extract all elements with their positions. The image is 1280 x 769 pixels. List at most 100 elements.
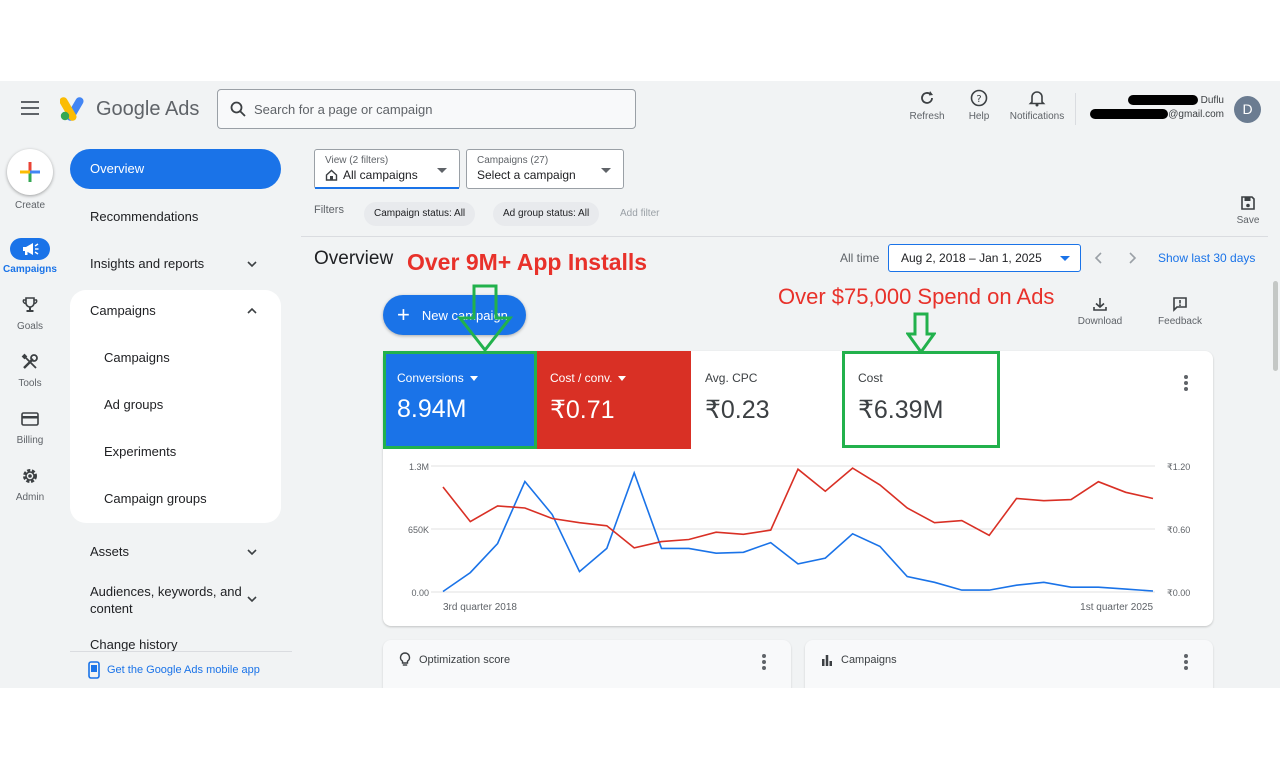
nav-group-campaigns [70,290,281,523]
help-icon: ? [970,89,988,107]
redacted-account-id [1127,95,1198,106]
date-range-picker[interactable]: Aug 2, 2018 – Jan 1, 2025 [888,244,1081,272]
metric-avg-cpc[interactable]: Avg. CPC ₹0.23 [691,351,844,449]
trophy-icon[interactable] [17,295,43,315]
hamburger-menu-icon[interactable] [21,101,39,115]
account-name: Duflu [1200,95,1224,106]
add-filter-button[interactable]: Add filter [620,208,659,219]
mobile-app-link[interactable]: Get the Google Ads mobile app [88,661,260,679]
phone-icon [88,661,100,679]
campaigns-rail-label: Campaigns [3,264,57,275]
annotation-installs: Over 9M+ App Installs [407,249,648,275]
help-button[interactable]: ? Help [949,89,1009,122]
series-layer [442,467,1154,593]
gear-icon[interactable] [17,466,43,486]
y-right-tick-label: ₹0.60 [1167,525,1190,535]
create-button[interactable] [7,149,53,195]
header-divider [1075,93,1076,125]
download-icon [1093,298,1107,311]
notifications-label: Notifications [1009,111,1065,122]
chevron-down-icon[interactable] [246,258,258,270]
logo-text: Google Ads [96,97,200,120]
metric-name: Avg. CPC [705,371,758,385]
y-left-tick-label: 0.00 [411,588,429,598]
nav-item-insights[interactable]: Insights and reports [90,256,204,271]
nav-subitem-campaigns[interactable]: Campaigns [104,350,170,365]
optimization-score-card[interactable]: Optimization score [383,640,791,688]
campaigns-card-title: Campaigns [841,654,897,666]
search-icon [230,101,246,117]
notifications-button[interactable]: Notifications [1007,89,1067,122]
chevron-right-icon[interactable] [1126,251,1138,265]
x-start-label: 3rd quarter 2018 [443,602,517,613]
campaign-select-value: Select a campaign [477,168,576,182]
feedback-button[interactable]: Feedback [1150,296,1210,327]
nav-subitem-campaign-groups[interactable]: Campaign groups [104,491,207,506]
avatar[interactable]: D [1234,96,1261,123]
y-left-tick-label: 1.3M [409,462,429,472]
campaigns-rail-button[interactable] [10,238,50,260]
campaign-select-dropdown[interactable]: Campaigns (27) Select a campaign [466,149,624,189]
caret-down-icon [601,168,611,173]
optimization-score-title: Optimization score [419,654,511,666]
download-button[interactable]: Download [1070,296,1130,327]
nav-subitem-ad-groups[interactable]: Ad groups [104,397,163,412]
chip-campaign-status[interactable]: Campaign status: All [364,202,476,226]
nav-item-change-history[interactable]: Change history [90,637,177,652]
more-vert-icon[interactable] [1184,375,1188,393]
chevron-down-icon[interactable] [246,546,258,558]
nav-item-assets[interactable]: Assets [90,544,129,559]
refresh-icon [921,91,933,104]
metric-cost-per-conv[interactable]: Cost / conv. ₹0.71 [536,351,691,449]
caret-down-icon [437,168,447,173]
tools-icon[interactable] [17,352,43,372]
dropdown-underline [315,187,459,189]
chip-ad-group-status[interactable]: Ad group status: All [493,202,600,226]
account-email: @gmail.com [1168,109,1224,120]
view-filter-value: All campaigns [343,168,418,182]
refresh-button[interactable]: Refresh [897,89,957,122]
search-input[interactable] [254,101,614,117]
y-left-tick-label: 650K [408,525,429,535]
chevron-left-icon[interactable] [1093,251,1105,265]
more-vert-icon[interactable] [1184,654,1188,672]
save-label: Save [1236,215,1260,226]
series-line-conversions [442,470,1154,593]
nav-item-audiences-line2: content [90,601,133,616]
help-label: Help [968,111,990,122]
credit-card-icon[interactable] [17,409,43,429]
search-box[interactable] [217,89,636,129]
metric-value: ₹0.23 [705,396,770,424]
save-button[interactable]: Save [1228,195,1268,226]
chevron-up-icon[interactable] [246,305,258,317]
nav-subitem-experiments[interactable]: Experiments [104,444,176,459]
series-line-cost-conv- [442,467,1154,549]
nav-divider [70,651,292,652]
nav-item-audiences[interactable]: Audiences, keywords, and content [90,583,242,617]
show-last-30-days-link[interactable]: Show last 30 days [1158,251,1255,265]
filter-divider [301,236,1268,237]
lightbulb-icon [399,652,411,666]
goals-label: Goals [16,321,44,332]
annotation-arrow-installs [457,284,513,352]
create-label: Create [14,200,45,211]
nav-item-campaigns-group[interactable]: Campaigns [90,303,156,318]
nav-item-recommendations[interactable]: Recommendations [90,209,198,224]
view-filter-dropdown[interactable]: View (2 filters) All campaigns [314,149,460,189]
save-icon [1241,196,1255,210]
x-end-label: 1st quarter 2025 [1080,602,1153,613]
chevron-down-icon[interactable] [246,593,258,605]
annotation-arrow-spend [906,312,936,354]
more-vert-icon[interactable] [762,654,766,672]
page-title: Overview [314,248,394,269]
caret-down-icon [1060,256,1070,261]
page-scrollbar[interactable] [1273,281,1278,371]
admin-label: Admin [15,492,45,503]
campaigns-card[interactable]: Campaigns [805,640,1213,688]
google-ads-logo[interactable]: Google Ads [60,95,199,123]
plus-icon: + [397,302,410,327]
caret-down-icon [618,375,627,381]
account-info[interactable]: Duflu @gmail.com [1090,94,1224,122]
nav-item-overview[interactable]: Overview [70,149,281,189]
feedback-label: Feedback [1158,316,1202,327]
